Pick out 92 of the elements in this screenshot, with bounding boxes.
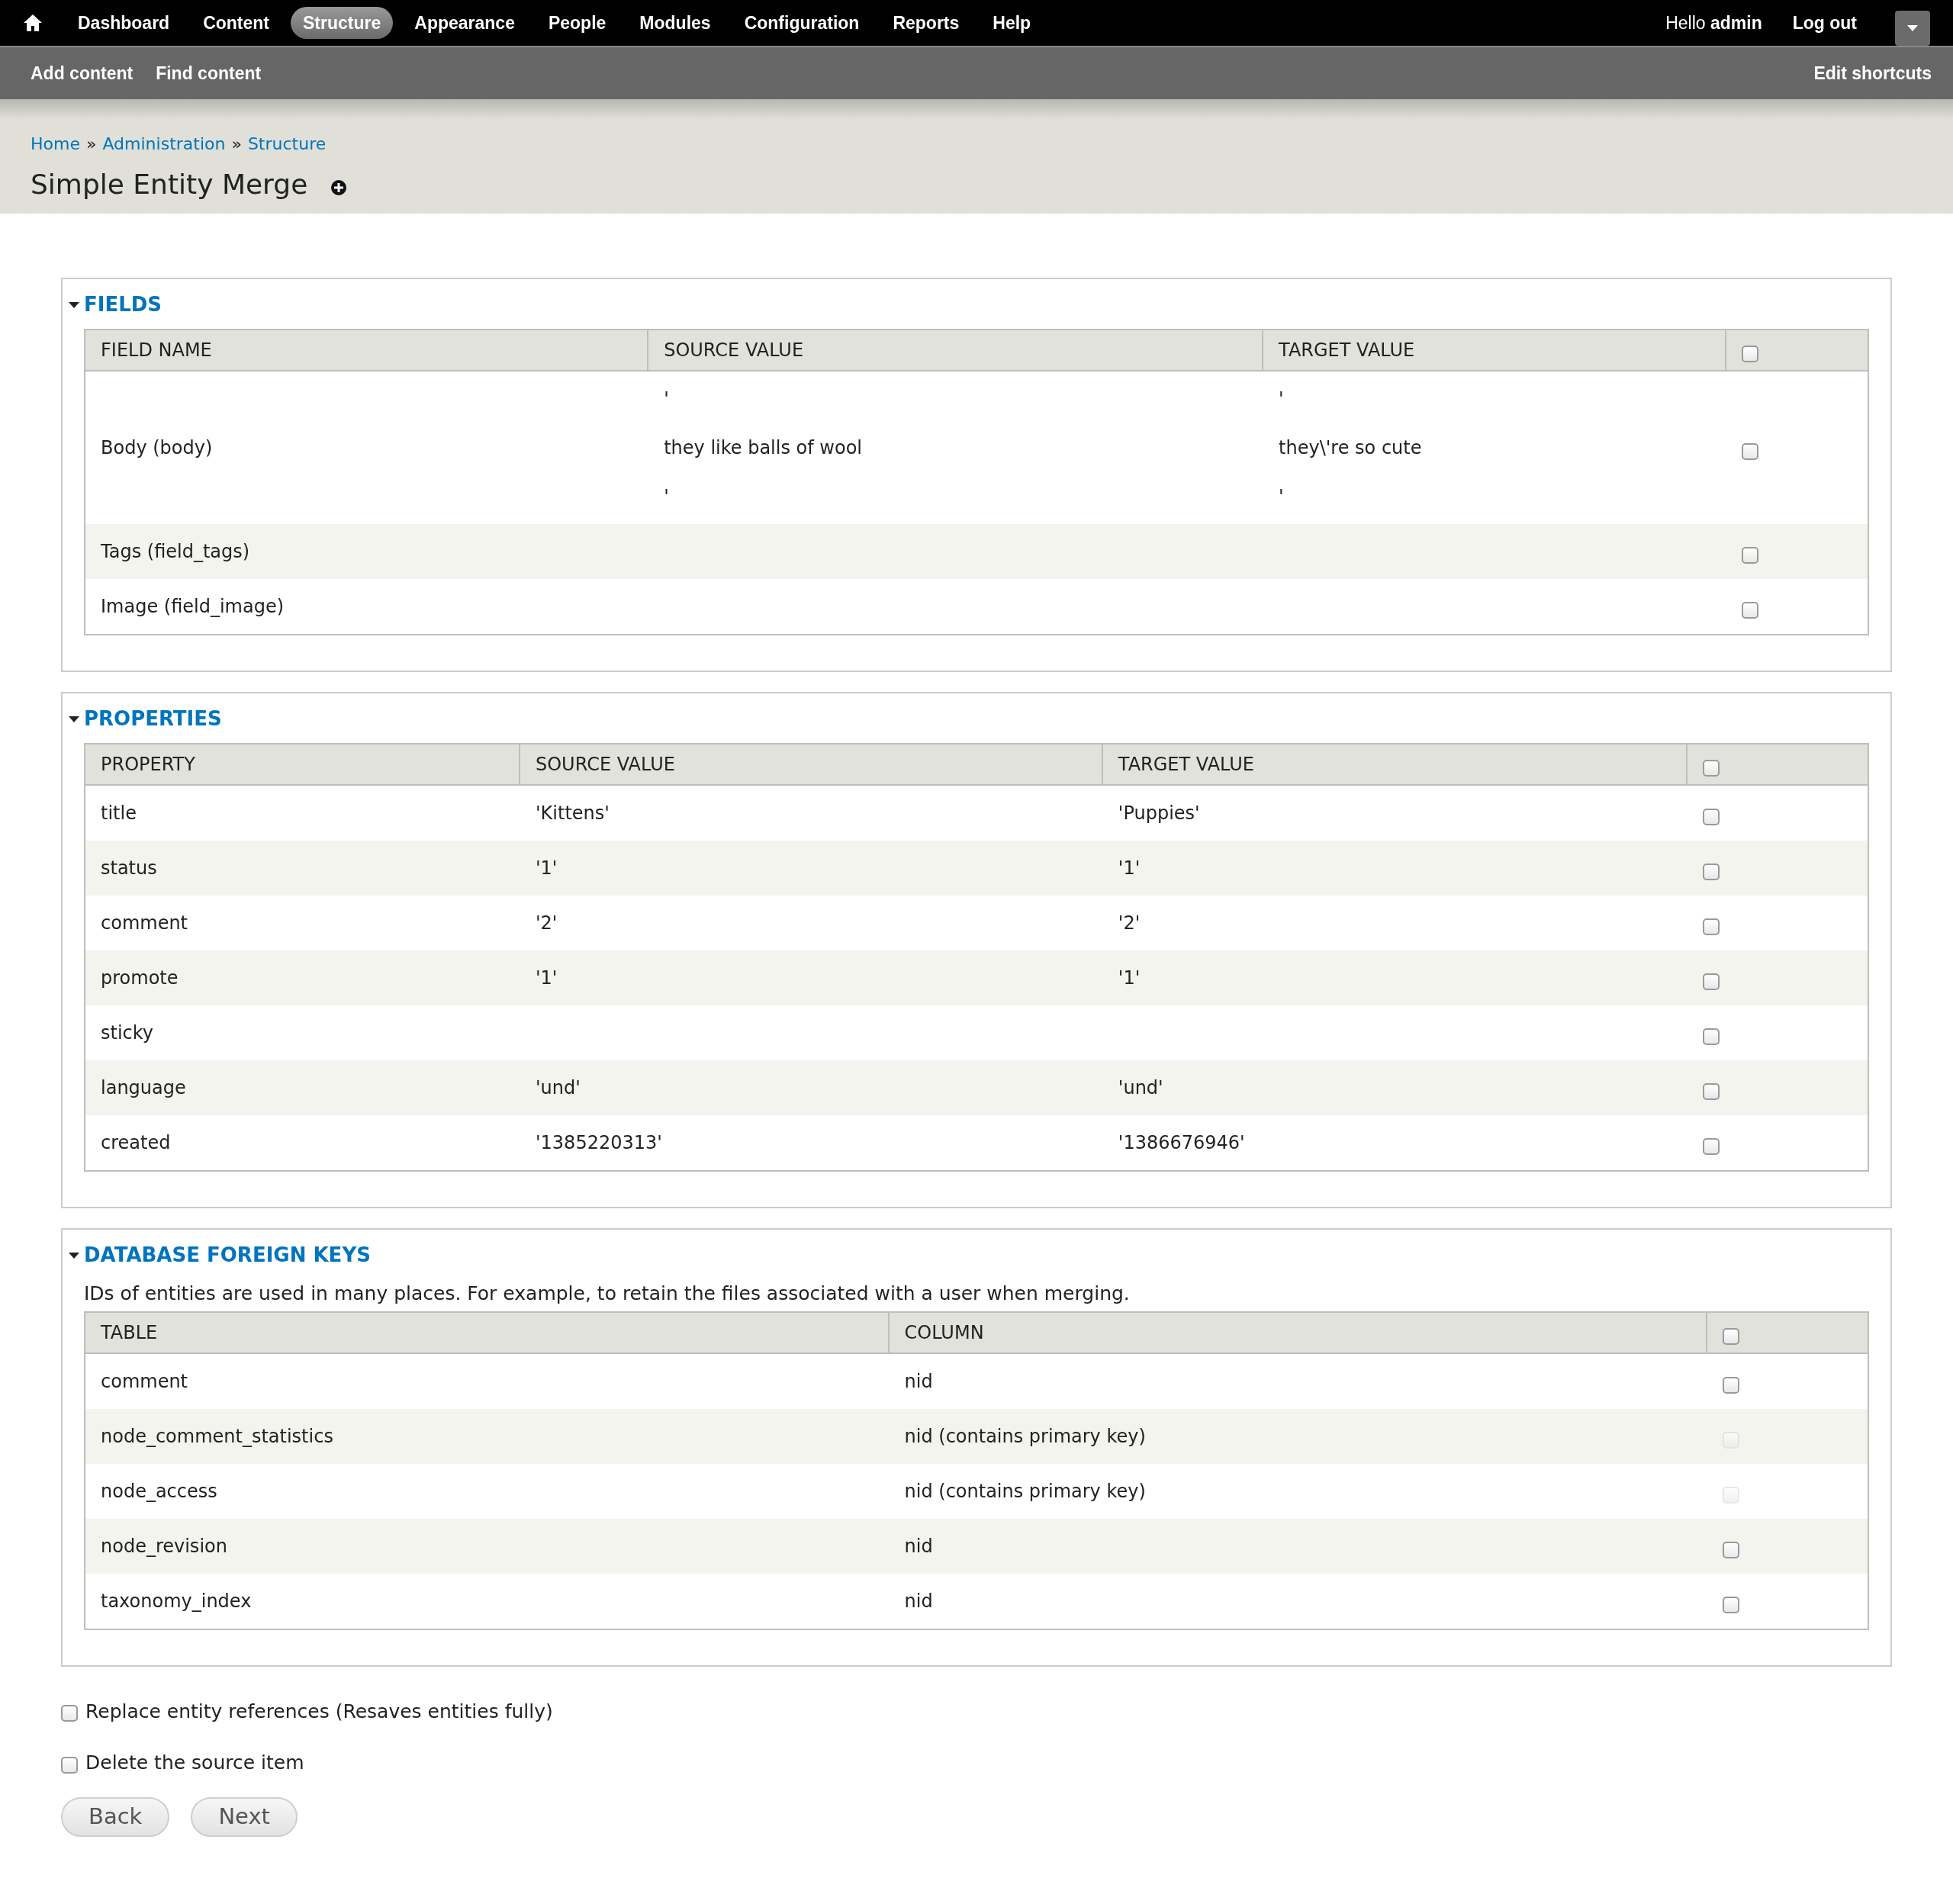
table-cell-text: sticky — [101, 1021, 154, 1045]
table-cell-text: 'und' — [535, 1076, 581, 1100]
table-cell-text: '1' — [1118, 966, 1141, 990]
toolbar-menu-item[interactable]: Modules — [627, 6, 723, 40]
table-cell-text: ' they\'re so cute ' — [1279, 388, 1422, 509]
table-cell-text: '1385220313' — [535, 1131, 662, 1155]
checkbox[interactable] — [1703, 1138, 1720, 1155]
checkbox[interactable] — [1722, 1596, 1739, 1613]
table-cell-text: '1' — [535, 966, 558, 990]
checkbox[interactable] — [1722, 1327, 1739, 1345]
toolbar-menu-item[interactable]: Dashboard — [66, 6, 182, 40]
table-cell-text: Image (field_image) — [101, 595, 285, 619]
breadcrumb-link[interactable]: Structure — [247, 131, 327, 156]
column-header: TABLE — [101, 1320, 158, 1345]
table-cell-text: node_revision — [101, 1534, 227, 1558]
caret-icon — [1907, 25, 1918, 31]
fieldset-legend[interactable]: FIELDS — [69, 290, 1869, 320]
fieldset-legend[interactable]: PROPERTIES — [69, 704, 1869, 734]
toolbar-menu-item[interactable]: Content — [191, 6, 282, 40]
checkbox[interactable] — [1703, 1083, 1720, 1100]
breadcrumb-separator: » — [231, 133, 242, 155]
table-cell-text: '1' — [535, 857, 558, 880]
column-header: SOURCE VALUE — [535, 753, 675, 777]
shortcuts-toggle-button[interactable] — [1895, 11, 1930, 46]
column-header: TARGET VALUE — [1279, 339, 1415, 362]
table-cell-text: comment — [101, 912, 188, 935]
home-icon[interactable] — [23, 14, 43, 32]
checkbox-label: Replace entity references (Resaves entities fully) — [85, 1699, 553, 1724]
column-header: SOURCE VALUE — [664, 339, 804, 362]
table-cell-text: Body (body) — [101, 436, 213, 460]
fieldset-description: IDs of entities are used in many places. For example, to retain the files associated with a user when merging. — [84, 1282, 1131, 1306]
table-cell-text: '1' — [1118, 857, 1141, 880]
checkbox[interactable] — [1742, 602, 1759, 619]
fieldset-legend[interactable]: DATABASE FOREIGN KEYS — [69, 1240, 1869, 1270]
checkbox[interactable] — [1703, 809, 1720, 825]
table-cell-text: '2' — [1118, 912, 1141, 935]
toolbar-menu-item[interactable]: Structure — [291, 6, 394, 40]
shortcut-link[interactable]: Add content — [31, 60, 134, 87]
checkbox[interactable] — [1703, 1028, 1720, 1045]
column-header: TARGET VALUE — [1118, 753, 1254, 777]
table-cell-text: nid (contains primary key) — [904, 1479, 1146, 1504]
checkbox[interactable] — [1722, 1541, 1739, 1558]
column-header: PROPERTY — [101, 753, 195, 777]
table-cell-text: Tags (field_tags) — [101, 540, 250, 564]
shortcut-link[interactable]: Find content — [156, 60, 262, 87]
table-cell-text: nid — [904, 1369, 933, 1394]
checkbox[interactable] — [1722, 1376, 1739, 1394]
table-cell-text: language — [101, 1076, 186, 1100]
checkbox-label: Delete the source item — [85, 1751, 304, 1775]
toolbar-menu-item[interactable]: People — [536, 6, 619, 40]
table-cell-text: taxonomy_index — [101, 1589, 252, 1613]
column-header: FIELD NAME — [101, 339, 212, 362]
toolbar-menu-item[interactable]: Help — [980, 6, 1044, 40]
checkbox[interactable] — [1742, 346, 1759, 362]
table-cell-text: '1386676946' — [1118, 1131, 1245, 1155]
table-cell-text: nid — [904, 1589, 933, 1613]
table-cell-text: 'und' — [1118, 1076, 1163, 1100]
add-shortcut-icon[interactable] — [330, 179, 348, 196]
breadcrumb-link[interactable]: Home — [31, 131, 80, 156]
logout-link[interactable]: Log out — [1792, 9, 1857, 37]
table-cell-text: 'Puppies' — [1118, 802, 1200, 825]
checkbox[interactable] — [1742, 443, 1759, 460]
toolbar-menu-item[interactable]: Appearance — [402, 6, 527, 40]
checkbox[interactable] — [61, 1756, 78, 1774]
table-cell-text: comment — [101, 1369, 188, 1394]
edit-shortcuts-link[interactable]: Edit shortcuts — [1813, 60, 1932, 87]
toolbar-menu-item[interactable]: Reports — [880, 6, 972, 40]
form-button[interactable]: Next — [191, 1796, 298, 1837]
column-header: COLUMN — [904, 1320, 984, 1345]
checkbox[interactable] — [61, 1705, 78, 1722]
greeting-text: Hello admin — [1665, 11, 1762, 34]
checkbox[interactable] — [1703, 918, 1720, 935]
table-cell-text: node_access — [101, 1479, 217, 1504]
breadcrumb-link[interactable]: Administration — [102, 131, 226, 156]
table-cell-text: 'Kittens' — [535, 802, 610, 825]
table-cell-text: node_comment_statistics — [101, 1424, 333, 1449]
table-cell-text: ' they like balls of wool ' — [664, 388, 862, 509]
table-cell-text: status — [101, 857, 157, 880]
checkbox[interactable] — [1703, 973, 1720, 990]
table-cell-text: created — [101, 1131, 171, 1155]
form-button[interactable]: Back — [61, 1796, 170, 1837]
table-cell-text: '2' — [535, 912, 558, 935]
checkbox[interactable] — [1742, 547, 1759, 564]
table-cell-text: promote — [101, 966, 179, 990]
page-title: Simple Entity Merge — [31, 168, 308, 201]
toolbar-menu-item[interactable]: Configuration — [732, 6, 872, 40]
table-cell-text: nid — [904, 1534, 933, 1558]
table-cell-text: title — [101, 802, 137, 825]
table-cell-text: nid (contains primary key) — [904, 1424, 1146, 1449]
breadcrumb-separator: » — [85, 133, 97, 155]
checkbox[interactable] — [1703, 864, 1720, 880]
checkbox[interactable] — [1703, 760, 1720, 777]
